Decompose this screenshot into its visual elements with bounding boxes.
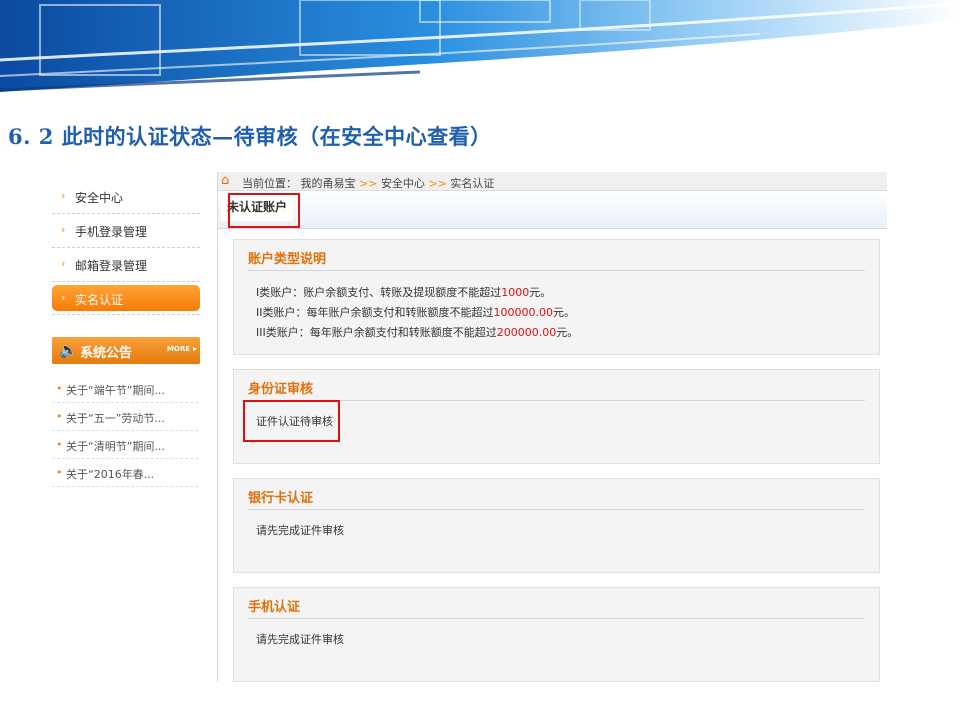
breadcrumb-current: 实名认证: [450, 177, 495, 190]
bullet-icon: •: [56, 410, 63, 423]
notice-item[interactable]: • 关于“五一”劳动节...: [52, 403, 198, 431]
home-icon: ⌂: [221, 173, 230, 188]
sidebar-item-label: 手机登录管理: [75, 225, 148, 239]
breadcrumb-separator: >>: [359, 177, 378, 190]
sidebar-item-label: 安全中心: [75, 191, 124, 205]
panel-title: 银行卡认证: [248, 491, 314, 506]
tab-bar: 未认证账户: [218, 191, 887, 229]
sidebar-item-mobile-login[interactable]: › 手机登录管理: [52, 214, 200, 248]
panel-title: 手机认证: [248, 600, 301, 615]
breadcrumb: ⌂ 当前位置： 我的甬易宝 >> 安全中心 >> 实名认证: [218, 172, 887, 191]
sidebar-item-real-name-auth[interactable]: › 实名认证: [52, 285, 200, 311]
sidebar-item-security-center[interactable]: › 安全中心: [52, 180, 200, 214]
more-link[interactable]: MORE: [167, 345, 190, 353]
mobile-panel: 手机认证 请先完成证件审核: [233, 587, 880, 682]
account-type-line: III类账户：每年账户余额支付和转账额度不能超过200000.00元。: [256, 326, 579, 339]
bank-card-panel: 银行卡认证 请先完成证件审核: [233, 478, 880, 573]
breadcrumb-link[interactable]: 我的甬易宝: [301, 177, 356, 190]
bullet-icon: •: [56, 382, 63, 395]
divider: [248, 509, 865, 510]
breadcrumb-link[interactable]: 安全中心: [381, 177, 425, 190]
divider: [52, 314, 200, 315]
mobile-status: 请先完成证件审核: [256, 633, 344, 646]
sidebar-item-label: 邮箱登录管理: [75, 259, 148, 273]
panel-title: 账户类型说明: [248, 252, 327, 267]
account-types-panel: 账户类型说明 I类账户：账户余额支付、转账及提现额度不能超过1000元。 II类…: [233, 239, 880, 355]
chevron-right-icon: ›: [61, 189, 66, 202]
chevron-right-icon: ▸: [192, 344, 197, 353]
notice-item[interactable]: • 关于“端午节”期间...: [52, 375, 198, 403]
highlight-box: [243, 400, 340, 442]
header-banner: [0, 0, 960, 95]
speaker-icon: 🔈: [59, 341, 78, 359]
notice-header: 🔈 系统公告 MORE ▸: [52, 337, 200, 364]
bullet-icon: •: [56, 466, 63, 479]
account-type-line: I类账户：账户余额支付、转账及提现额度不能超过1000元。: [256, 286, 552, 299]
content-divider: [217, 172, 218, 682]
divider: [248, 400, 865, 401]
account-type-line: II类账户：每年账户余额支付和转账额度不能超过100000.00元。: [256, 306, 575, 319]
chevron-right-icon: ›: [61, 257, 66, 270]
sidebar-item-email-login[interactable]: › 邮箱登录管理: [52, 248, 200, 282]
notice-item[interactable]: • 关于“清明节”期间...: [52, 431, 198, 459]
bullet-icon: •: [56, 438, 63, 451]
divider: [248, 618, 865, 619]
bank-card-status: 请先完成证件审核: [256, 524, 344, 537]
slide-title: 6. 2 此时的认证状态—待审核（在安全中心查看）: [8, 124, 492, 149]
breadcrumb-prefix: 当前位置：: [242, 177, 297, 190]
sidebar-item-label: 实名认证: [75, 293, 124, 307]
highlight-box: [228, 193, 300, 228]
panel-title: 身份证审核: [248, 382, 314, 397]
notice-title: 系统公告: [80, 346, 133, 361]
notice-item[interactable]: • 关于“2016年春...: [52, 459, 198, 487]
chevron-right-icon: ›: [61, 291, 66, 304]
chevron-right-icon: ›: [61, 223, 66, 236]
divider: [248, 270, 865, 271]
breadcrumb-separator: >>: [428, 177, 447, 190]
